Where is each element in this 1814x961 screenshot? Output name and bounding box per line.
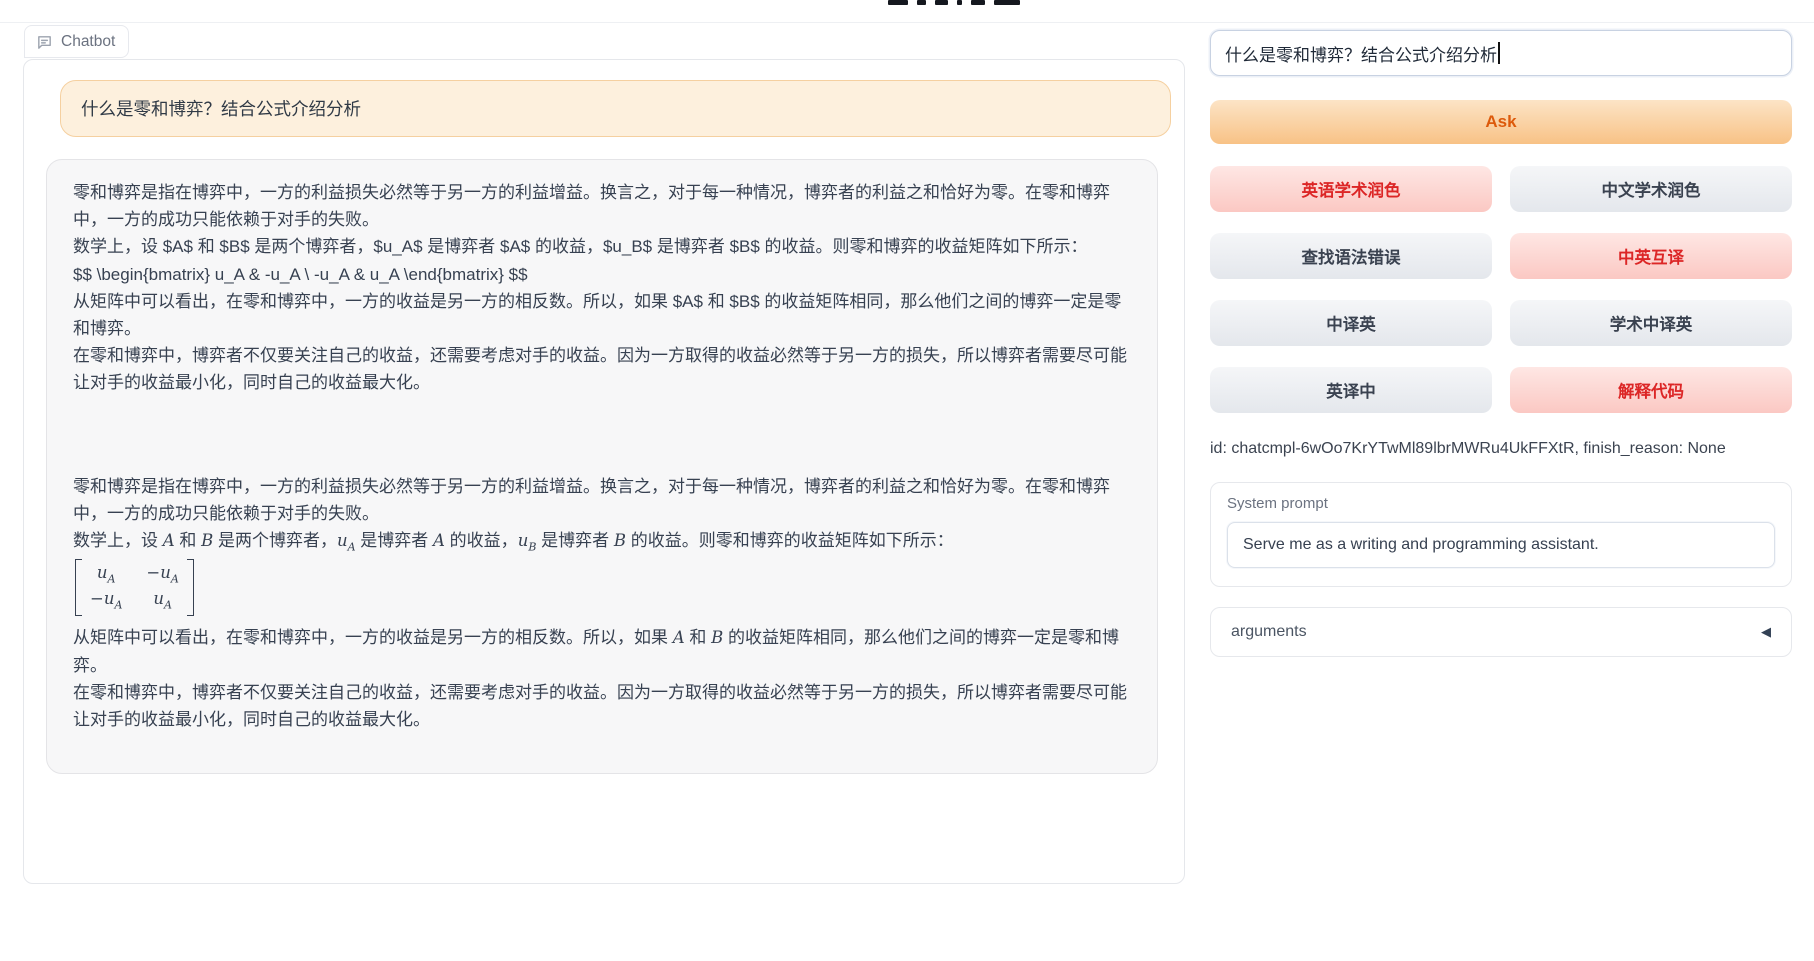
bot-paragraph-rendered-4: 在零和博弈中，博弈者不仅要关注自己的收益，还需要考虑对手的收益。因为一方取得的收… bbox=[73, 679, 1131, 733]
bot-paragraph-rendered-2: 数学上，设 A 和 B 是两个博弈者，uA 是博弈者 A 的收益，uB 是博弈者… bbox=[73, 527, 1131, 556]
quick-button-zh-to-en[interactable]: 中译英 bbox=[1210, 300, 1492, 346]
ask-button[interactable]: Ask bbox=[1210, 100, 1792, 144]
accordion-collapse-icon: ◀ bbox=[1761, 624, 1771, 640]
chatbot-label: Chatbot bbox=[24, 25, 129, 58]
question-input[interactable]: 什么是零和博弈？结合公式介绍分析 bbox=[1210, 30, 1792, 76]
quick-buttons-grid: 英语学术润色 中文学术润色 查找语法错误 中英互译 中译英 学术中译英 英译中 … bbox=[1210, 166, 1792, 413]
quick-button-english-polish[interactable]: 英语学术润色 bbox=[1210, 166, 1492, 212]
clipped-page-title bbox=[888, 0, 1020, 8]
chat-bubble-icon bbox=[36, 34, 53, 51]
bot-paragraph-rendered-1: 零和博弈是指在博弈中，一方的利益损失必然等于另一方的利益增益。换言之，对于每一种… bbox=[73, 473, 1131, 527]
user-message-bubble: 什么是零和博弈？结合公式介绍分析 bbox=[60, 80, 1171, 137]
quick-button-academic-zh-en[interactable]: 学术中译英 bbox=[1510, 300, 1792, 346]
question-input-value: 什么是零和博弈？结合公式介绍分析 bbox=[1225, 41, 1497, 66]
bot-paragraph-raw-1: 零和博弈是指在博弈中，一方的利益损失必然等于另一方的利益增益。换言之，对于每一种… bbox=[73, 179, 1131, 233]
quick-button-explain-code[interactable]: 解释代码 bbox=[1510, 367, 1792, 413]
bot-paragraph-raw-3: 从矩阵中可以看出，在零和博弈中，一方的收益是另一方的相反数。所以，如果 $A$ … bbox=[73, 288, 1131, 342]
matrix-right-bracket bbox=[187, 559, 194, 616]
matrix-cell: uA bbox=[146, 588, 178, 613]
system-prompt-input[interactable]: Serve me as a writing and programming as… bbox=[1227, 522, 1775, 568]
quick-button-chinese-polish[interactable]: 中文学术润色 bbox=[1510, 166, 1792, 212]
matrix-left-bracket bbox=[75, 559, 82, 616]
header-divider bbox=[0, 22, 1814, 23]
bot-paragraph-rendered-3: 从矩阵中可以看出，在零和博弈中，一方的收益是另一方的相反数。所以，如果 A 和 … bbox=[73, 624, 1131, 679]
text-caret bbox=[1498, 42, 1500, 64]
controls-column: 什么是零和博弈？结合公式介绍分析 Ask 英语学术润色 中文学术润色 查找语法错… bbox=[1210, 30, 1792, 657]
math-matrix: uA−uA−uAuA bbox=[75, 559, 194, 616]
user-message-text: 什么是零和博弈？结合公式介绍分析 bbox=[81, 99, 361, 119]
chatbot-panel: Chatbot 什么是零和博弈？结合公式介绍分析 零和博弈是指在博弈中，一方的利… bbox=[23, 59, 1185, 884]
paragraph-gap bbox=[73, 397, 1131, 473]
matrix-cell: uA bbox=[90, 562, 122, 587]
matrix-cell: −uA bbox=[146, 562, 178, 587]
quick-button-zh-en-mutual[interactable]: 中英互译 bbox=[1510, 233, 1792, 279]
system-prompt-group: System prompt Serve me as a writing and … bbox=[1210, 482, 1792, 587]
system-prompt-label: System prompt bbox=[1227, 495, 1775, 512]
response-status-text: id: chatcmpl-6wOo7KrYTwMl89lbrMWRu4UkFFX… bbox=[1210, 440, 1792, 458]
quick-button-en-to-zh[interactable]: 英译中 bbox=[1210, 367, 1492, 413]
bot-paragraph-raw-4: 在零和博弈中，博弈者不仅要关注自己的收益，还需要考虑对手的收益。因为一方取得的收… bbox=[73, 342, 1131, 396]
bot-paragraph-raw-2: 数学上，设 $A$ 和 $B$ 是两个博弈者，$u_A$ 是博弈者 $A$ 的收… bbox=[73, 233, 1131, 260]
matrix-cell: −uA bbox=[90, 588, 122, 613]
bot-paragraph-raw-latex: $$ \begin{bmatrix} u_A & -u_A \ -u_A & u… bbox=[73, 261, 1131, 288]
matrix-body: uA−uA−uAuA bbox=[82, 559, 187, 616]
arguments-accordion[interactable]: arguments ◀ bbox=[1210, 607, 1792, 657]
bot-message-bubble: 零和博弈是指在博弈中，一方的利益损失必然等于另一方的利益增益。换言之，对于每一种… bbox=[46, 159, 1158, 774]
quick-button-grammar-check[interactable]: 查找语法错误 bbox=[1210, 233, 1492, 279]
arguments-accordion-label: arguments bbox=[1231, 623, 1307, 641]
chatbot-label-text: Chatbot bbox=[61, 33, 115, 51]
